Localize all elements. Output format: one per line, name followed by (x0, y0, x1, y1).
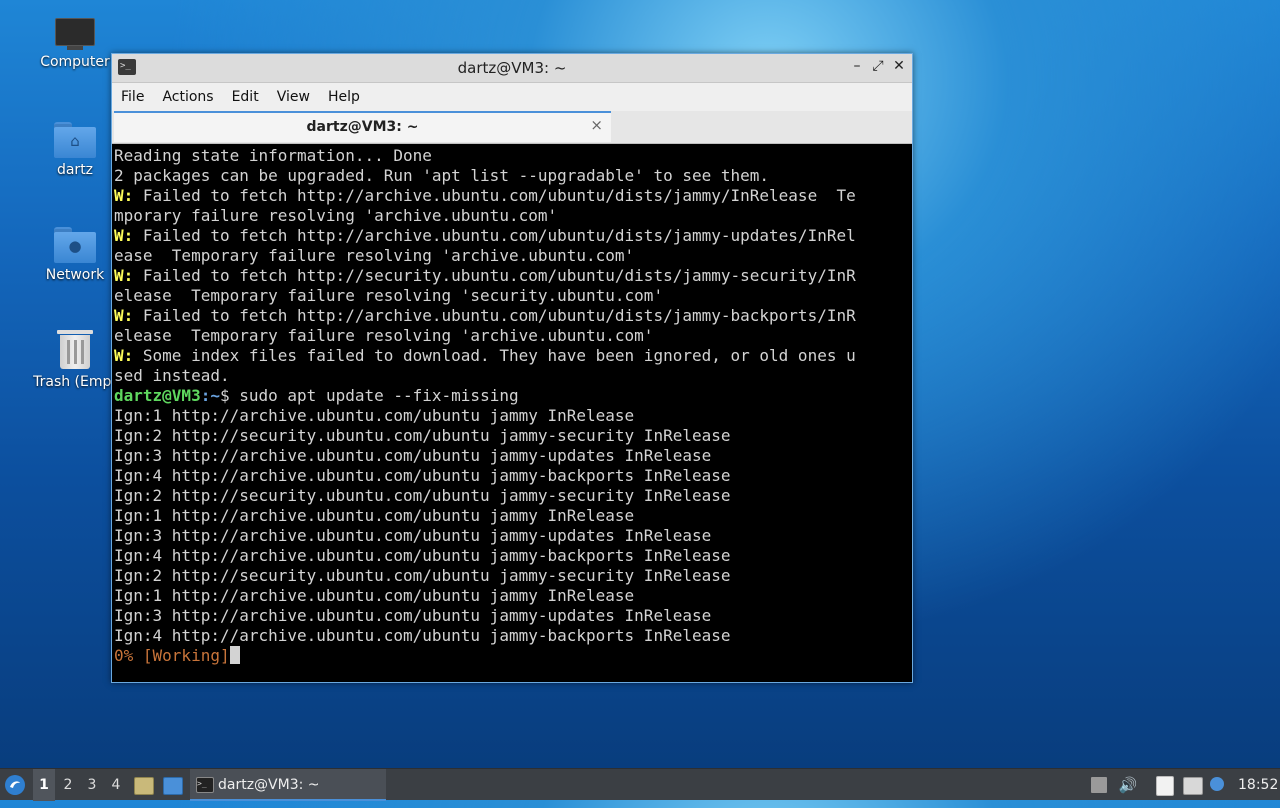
output-text: Failed to fetch http://archive.ubuntu.co… (133, 186, 856, 205)
output-text: sed instead. (114, 366, 230, 385)
warning-prefix: W: (114, 346, 134, 365)
output-line: sed instead. (114, 366, 910, 386)
output-text: 2 packages can be upgraded. Run 'apt lis… (114, 166, 770, 185)
app-menu-icon (5, 775, 25, 795)
output-line: W: Failed to fetch http://archive.ubuntu… (114, 306, 910, 326)
workspace-1[interactable]: 1 (33, 769, 55, 801)
computer-icon (55, 18, 95, 50)
volume-icon[interactable]: 🔊 (1118, 769, 1138, 801)
terminal-tab[interactable]: dartz@VM3: ~ × (114, 111, 611, 142)
output-line: Ign:3 http://archive.ubuntu.com/ubuntu j… (114, 446, 712, 465)
output-line: Ign:4 http://archive.ubuntu.com/ubuntu j… (114, 466, 731, 485)
menu-file[interactable]: File (112, 83, 153, 105)
progress-line: 0% [Working] (114, 646, 910, 666)
desktop-icon-label: dartz (56, 162, 94, 178)
clipboard-icon[interactable] (1156, 776, 1174, 796)
output-line: Ign:2 http://security.ubuntu.com/ubuntu … (114, 486, 731, 505)
output-text: ease Temporary failure resolving 'archiv… (114, 246, 635, 265)
menu-bar: File Actions Edit View Help (112, 83, 912, 111)
output-line: ease Temporary failure resolving 'archiv… (114, 246, 910, 266)
taskbar-task-terminal[interactable]: >_ dartz@VM3: ~ (190, 769, 386, 801)
workspace-2[interactable]: 2 (57, 769, 79, 801)
warning-prefix: W: (114, 266, 134, 285)
progress-text: 0% [Working] (114, 646, 230, 665)
menu-view[interactable]: View (268, 83, 319, 105)
output-line: Ign:4 http://archive.ubuntu.com/ubuntu j… (114, 546, 731, 565)
terminal-task-icon: >_ (196, 777, 214, 793)
maximize-button[interactable]: ⤢ (869, 58, 887, 74)
output-text: elease Temporary failure resolving 'secu… (114, 286, 664, 305)
network-tray-icon[interactable] (1183, 777, 1203, 795)
output-text: mporary failure resolving 'archive.ubunt… (114, 206, 558, 225)
menu-actions[interactable]: Actions (153, 83, 222, 105)
task-label: dartz@VM3: ~ (218, 777, 320, 793)
clock[interactable]: 18:52 (1238, 769, 1278, 801)
notification-icon[interactable] (1210, 777, 1224, 791)
home-folder-icon: ⌂ (54, 122, 96, 158)
menu-help[interactable]: Help (319, 83, 369, 105)
window-title: dartz@VM3: ~ (457, 59, 567, 77)
network-folder-icon: ● (54, 227, 96, 263)
desktop-icon-home[interactable]: ⌂ dartz (30, 122, 120, 178)
output-line: Ign:1 http://archive.ubuntu.com/ubuntu j… (114, 406, 635, 425)
output-line: Ign:3 http://archive.ubuntu.com/ubuntu j… (114, 606, 712, 625)
output-text: Failed to fetch http://archive.ubuntu.co… (133, 306, 856, 325)
show-desktop-icon[interactable] (163, 777, 183, 795)
desktop-icon-label: Trash (Empt (33, 374, 117, 390)
output-text: Failed to fetch http://security.ubuntu.c… (133, 266, 856, 285)
terminal-window[interactable]: >_ dartz@VM3: ~ – ⤢ ✕ File Actions Edit Vie… (111, 53, 913, 683)
output-line: mporary failure resolving 'archive.ubunt… (114, 206, 910, 226)
output-line: W: Some index files failed to download. … (114, 346, 910, 366)
desktop-icon-label: Network (45, 267, 105, 283)
output-line: W: Failed to fetch http://archive.ubuntu… (114, 226, 910, 246)
menu-edit[interactable]: Edit (223, 83, 268, 105)
warning-prefix: W: (114, 226, 134, 245)
output-text: Failed to fetch http://archive.ubuntu.co… (133, 226, 856, 245)
output-line: elease Temporary failure resolving 'arch… (114, 326, 910, 346)
tray-up-arrow-icon[interactable] (1091, 777, 1107, 793)
output-line: W: Failed to fetch http://security.ubunt… (114, 266, 910, 286)
prompt-command: sudo apt update --fix-missing (229, 386, 519, 405)
output-line: Ign:2 http://security.ubuntu.com/ubuntu … (114, 426, 731, 445)
close-button[interactable]: ✕ (890, 58, 908, 74)
tab-bar: dartz@VM3: ~ × (112, 111, 912, 144)
prompt-user: dartz@VM3 (114, 386, 201, 405)
minimize-button[interactable]: – (848, 58, 866, 74)
workspace-4[interactable]: 4 (105, 769, 127, 801)
taskbar: 1 2 3 4 >_ dartz@VM3: ~ 🔊 18:52 (0, 768, 1280, 801)
output-line: elease Temporary failure resolving 'secu… (114, 286, 910, 306)
terminal-output[interactable]: Reading state information... Done 2 packa… (114, 146, 910, 680)
terminal-cursor (229, 646, 240, 664)
tab-title: dartz@VM3: ~ (306, 119, 419, 135)
output-line: Ign:2 http://security.ubuntu.com/ubuntu … (114, 566, 731, 585)
prompt-path: :~ (200, 386, 220, 405)
output-text: Some index files failed to download. The… (133, 346, 856, 365)
desktop-icon-computer[interactable]: Computer (30, 18, 120, 70)
output-line: W: Failed to fetch http://archive.ubuntu… (114, 186, 910, 206)
start-menu-button[interactable] (4, 769, 28, 801)
prompt-line: dartz@VM3:~$ sudo apt update --fix-missi… (114, 386, 910, 406)
warning-prefix: W: (114, 186, 134, 205)
trash-icon (57, 330, 93, 370)
tab-close-icon[interactable]: × (590, 116, 603, 134)
desktop-icon-network[interactable]: ● Network (30, 227, 120, 283)
workspace-3[interactable]: 3 (81, 769, 103, 801)
file-manager-icon[interactable] (134, 777, 154, 795)
prompt-sign: $ (219, 386, 230, 405)
output-line: Ign:1 http://archive.ubuntu.com/ubuntu j… (114, 586, 635, 605)
output-line: Ign:3 http://archive.ubuntu.com/ubuntu j… (114, 526, 712, 545)
desktop-icon-label: Computer (40, 54, 110, 70)
output-line: 2 packages can be upgraded. Run 'apt lis… (114, 166, 910, 186)
output-line: Reading state information... Done (114, 146, 910, 166)
output-text: elease Temporary failure resolving 'arch… (114, 326, 654, 345)
output-line: Ign:4 http://archive.ubuntu.com/ubuntu j… (114, 626, 731, 645)
output-line: Ign:1 http://archive.ubuntu.com/ubuntu j… (114, 506, 635, 525)
warning-prefix: W: (114, 306, 134, 325)
desktop-icon-trash[interactable]: Trash (Empt (30, 330, 120, 390)
output-text: Reading state information... Done (114, 146, 432, 165)
window-titlebar[interactable]: >_ dartz@VM3: ~ – ⤢ ✕ (112, 54, 912, 83)
